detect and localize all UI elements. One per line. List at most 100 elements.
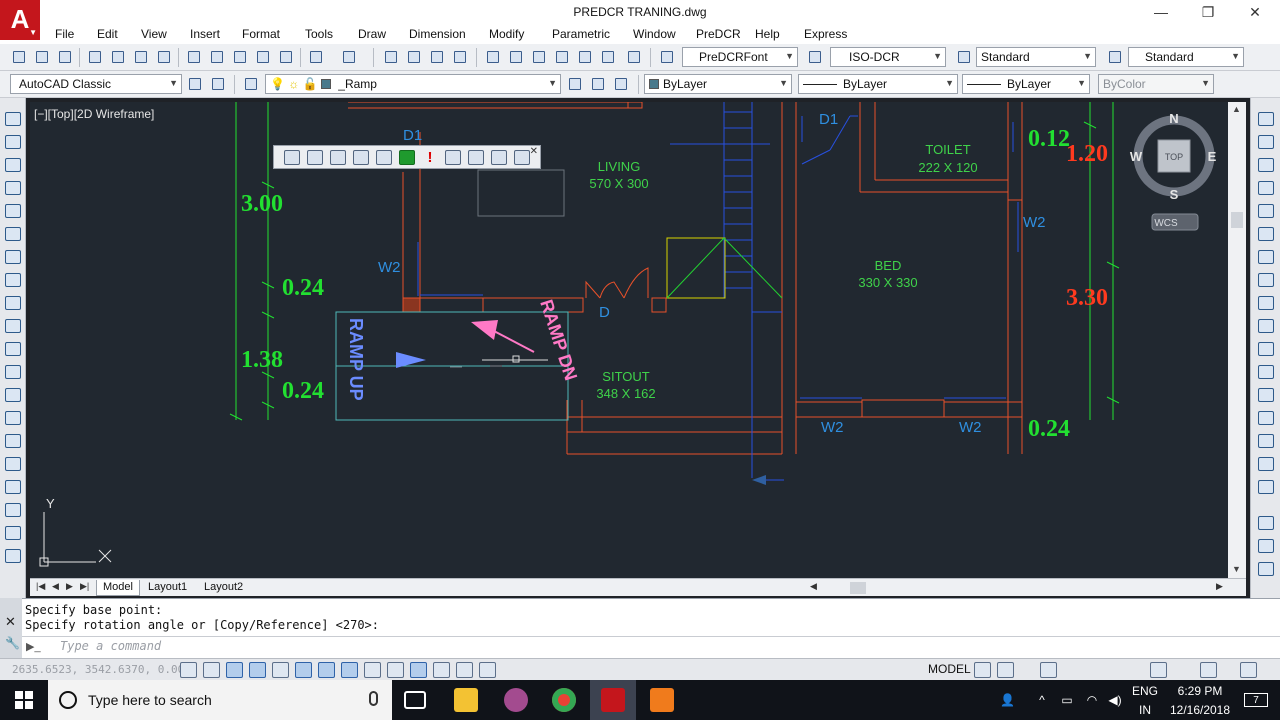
viewport-controls-label[interactable]: [−][Top][2D Wireframe] xyxy=(34,107,154,121)
menu-predcr[interactable]: PreDCR xyxy=(696,27,741,41)
help-icon[interactable] xyxy=(625,48,643,66)
dim-layers-icon[interactable] xyxy=(307,150,323,165)
notifications-icon[interactable]: 7 xyxy=(1244,693,1268,707)
chrome-icon[interactable] xyxy=(552,688,576,712)
hatch-icon[interactable] xyxy=(5,434,21,448)
close-icon[interactable]: ✕ xyxy=(530,146,538,157)
lineweight-combo[interactable]: ByLayer ▼ xyxy=(962,74,1090,94)
drawing-canvas[interactable]: LIVING 570 X 300 TOILET 222 X 120 BED 33… xyxy=(30,102,1228,578)
restore-button[interactable]: ❐ xyxy=(1193,2,1223,22)
scale-icon[interactable] xyxy=(1258,273,1274,287)
menu-file[interactable]: File xyxy=(55,27,74,41)
model-space-button[interactable]: MODEL xyxy=(928,662,971,676)
next-tab-icon[interactable]: ▶ xyxy=(66,581,73,592)
mleader-style-icon[interactable] xyxy=(1106,48,1124,66)
info-icon[interactable] xyxy=(491,150,507,165)
new-file-icon[interactable] xyxy=(10,48,28,66)
quick-properties-icon[interactable] xyxy=(456,662,473,678)
wcs-menu[interactable]: WCS xyxy=(1154,218,1178,229)
region-icon[interactable] xyxy=(5,480,21,494)
infer-constraints-icon[interactable] xyxy=(180,662,197,678)
menu-modify[interactable]: Modify xyxy=(489,27,524,41)
recorder-app-icon[interactable] xyxy=(650,688,674,712)
erase-icon[interactable] xyxy=(1258,112,1274,126)
vertical-scrollbar[interactable]: ▲ ▼ xyxy=(1228,102,1246,578)
task-view-icon[interactable] xyxy=(404,691,426,709)
bring-front-icon[interactable] xyxy=(1258,539,1274,553)
people-icon[interactable]: 👤 xyxy=(1000,693,1015,707)
dim-style-edit-icon[interactable] xyxy=(353,150,369,165)
table-style-icon[interactable] xyxy=(955,48,973,66)
menu-edit[interactable]: Edit xyxy=(97,27,118,41)
mleader-style-combo[interactable]: Standard ▼ xyxy=(1128,47,1244,67)
make-current-icon[interactable] xyxy=(566,75,584,93)
sheet-set-icon[interactable] xyxy=(553,48,571,66)
zoom-window-icon[interactable] xyxy=(428,48,446,66)
match-properties-icon[interactable] xyxy=(254,48,272,66)
taskbar-search-box[interactable]: Type here to search xyxy=(48,680,392,720)
construction-line-icon[interactable] xyxy=(5,135,21,149)
lineweight-toggle-icon[interactable] xyxy=(410,662,427,678)
paste-icon[interactable] xyxy=(231,48,249,66)
language-indicator[interactable]: ENG IN xyxy=(1130,684,1160,718)
open-file-icon[interactable] xyxy=(33,48,51,66)
revision-cloud-icon[interactable] xyxy=(5,273,21,287)
fillet-icon[interactable] xyxy=(1258,457,1274,471)
question-icon[interactable] xyxy=(468,150,484,165)
hscroll-thumb[interactable] xyxy=(850,582,866,594)
menu-tools[interactable]: Tools xyxy=(305,27,333,41)
ellipse-arc-icon[interactable] xyxy=(5,342,21,356)
move-icon[interactable] xyxy=(1258,227,1274,241)
polar-tracking-icon[interactable] xyxy=(272,662,289,678)
design-center-icon[interactable] xyxy=(507,48,525,66)
array-icon[interactable] xyxy=(1258,204,1274,218)
compass-north[interactable]: N xyxy=(1169,111,1178,126)
autocad-logo-icon[interactable]: A ▼ xyxy=(0,0,40,40)
3d-print-icon[interactable] xyxy=(155,48,173,66)
tray-chevron-icon[interactable]: ^ xyxy=(1035,693,1049,707)
autocad-taskbar-icon[interactable] xyxy=(601,688,625,712)
polygon-icon[interactable] xyxy=(5,181,21,195)
make-block-icon[interactable] xyxy=(5,388,21,402)
context-help-icon[interactable] xyxy=(514,150,530,165)
hscroll-left-icon[interactable]: ◀ xyxy=(810,581,817,592)
ellipse-icon[interactable] xyxy=(5,319,21,333)
drawing-viewport[interactable]: LIVING 570 X 300 TOILET 222 X 120 BED 33… xyxy=(30,102,1228,578)
plot-icon[interactable] xyxy=(86,48,104,66)
clock[interactable]: 6:29 PM 12/16/2018 xyxy=(1168,684,1232,718)
close-button[interactable]: ✕ xyxy=(1240,2,1270,22)
ortho-mode-icon[interactable] xyxy=(249,662,266,678)
last-tab-icon[interactable]: ▶| xyxy=(80,581,89,592)
menu-window[interactable]: Window xyxy=(633,27,676,41)
command-window-handle[interactable]: ✕ 🔧 xyxy=(0,598,22,658)
viewcube[interactable]: TOP N S E W WCS xyxy=(1130,111,1217,231)
chamfer-icon[interactable] xyxy=(1258,434,1274,448)
tab-layout1[interactable]: Layout1 xyxy=(142,580,193,596)
menu-draw[interactable]: Draw xyxy=(358,27,386,41)
save-icon[interactable] xyxy=(56,48,74,66)
spline-icon[interactable] xyxy=(5,296,21,310)
dim-text-icon[interactable] xyxy=(284,150,300,165)
scroll-thumb[interactable] xyxy=(1231,212,1243,228)
zoom-realtime-icon[interactable] xyxy=(405,48,423,66)
transparency-icon[interactable] xyxy=(433,662,450,678)
join-icon[interactable] xyxy=(1258,411,1274,425)
table-icon[interactable] xyxy=(5,503,21,517)
grid-display-icon[interactable] xyxy=(226,662,243,678)
menu-view[interactable]: View xyxy=(141,27,167,41)
preview-icon[interactable] xyxy=(109,48,127,66)
circle-icon[interactable] xyxy=(5,250,21,264)
trim-icon[interactable] xyxy=(1258,319,1274,333)
approve-check-icon[interactable] xyxy=(399,150,415,165)
rectangle-icon[interactable] xyxy=(5,204,21,218)
toolbar-lock-icon[interactable] xyxy=(1200,662,1217,678)
table-style-combo[interactable]: Standard ▼ xyxy=(976,47,1096,67)
calculator-icon[interactable] xyxy=(599,48,617,66)
undo-icon[interactable] xyxy=(307,48,325,66)
cursor-coordinates[interactable]: 2635.6523, 3542.6370, 0.0000 xyxy=(12,663,197,676)
stretch-icon[interactable] xyxy=(1258,296,1274,310)
arc-icon[interactable] xyxy=(5,227,21,241)
menu-help[interactable]: Help xyxy=(755,27,780,41)
offset-icon[interactable] xyxy=(1258,181,1274,195)
clean-screen-icon[interactable] xyxy=(1240,662,1257,678)
